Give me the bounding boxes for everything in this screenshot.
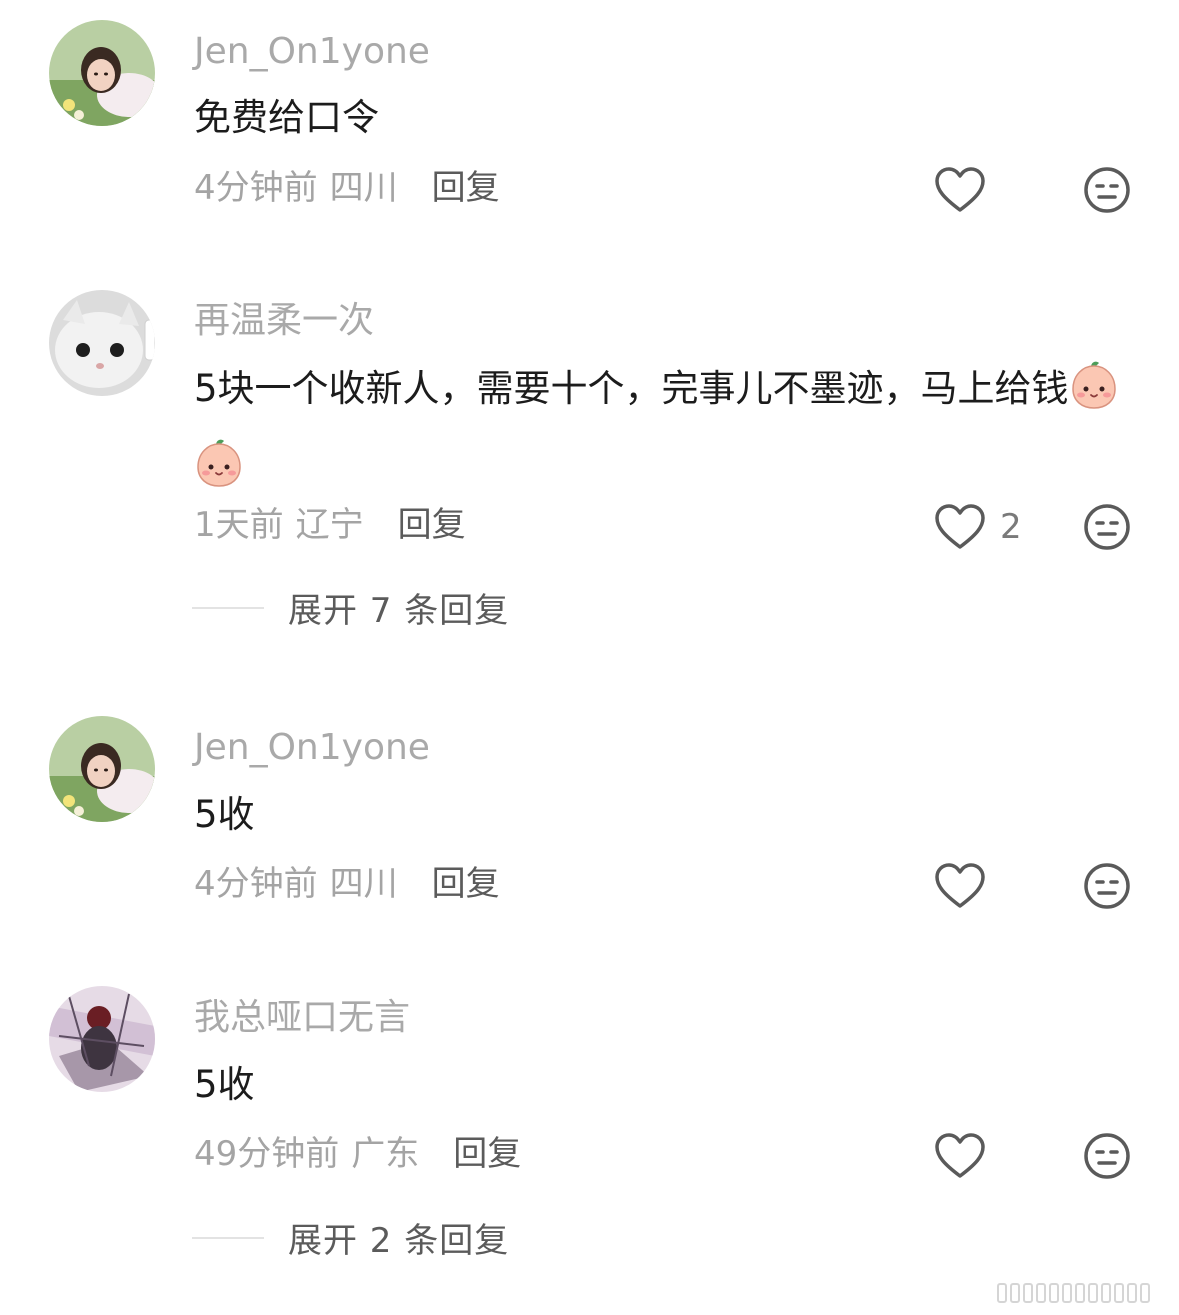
avatar[interactable] [49,20,155,126]
neutral-face-icon[interactable] [1083,166,1131,214]
watermark [997,1283,1165,1303]
like-button[interactable] [934,1131,986,1181]
peach-face-emoji [194,437,244,511]
comment-text: 5收 [194,1063,255,1106]
heart-outline-icon [935,863,985,908]
like-button[interactable] [934,861,986,911]
comment-meta: 49分钟前 广东 回复 [194,1132,521,1176]
heart-outline-icon [935,1133,985,1178]
reply-button[interactable]: 回复 [453,1134,521,1174]
region-label: 广东 [351,1134,420,1174]
neutral-face-icon[interactable] [1083,862,1131,910]
username[interactable]: 我总哑口无言 [194,996,410,1040]
timestamp: 4分钟前 [194,864,318,904]
username[interactable]: Jen_On1yone [194,726,430,770]
divider [192,606,264,609]
avatar[interactable] [49,986,155,1092]
expand-replies-button[interactable]: 展开 2 条回复 [192,1213,509,1262]
comment-text: 5块一个收新人，需要十个，完事儿不墨迹，马上给钱 [194,355,1134,511]
neutral-face-icon[interactable] [1083,503,1131,551]
comment-text: 5收 [194,793,255,836]
expand-replies-label: 展开 2 条回复 [288,1221,510,1261]
comment-meta: 1天前 辽宁 回复 [194,503,466,547]
username[interactable]: 再温柔一次 [194,299,374,343]
comment-text-body: 5块一个收新人，需要十个，完事儿不墨迹，马上给钱 [194,367,1069,410]
comment-meta: 4分钟前 四川 回复 [194,862,500,906]
neutral-face-icon[interactable] [1083,1132,1131,1180]
region-label: 辽宁 [295,505,364,545]
avatar[interactable] [49,290,155,396]
timestamp: 1天前 [194,505,284,545]
like-count: 2 [1000,507,1022,547]
like-button[interactable] [934,165,986,215]
heart-outline-icon [935,504,985,549]
peach-face-emoji [1069,359,1119,433]
timestamp: 4分钟前 [194,168,318,208]
divider [192,1236,264,1239]
region-label: 四川 [329,864,398,904]
expand-replies-button[interactable]: 展开 7 条回复 [192,583,509,632]
timestamp: 49分钟前 [194,1134,340,1174]
heart-outline-icon [935,167,985,212]
expand-replies-label: 展开 7 条回复 [288,591,510,631]
reply-button[interactable]: 回复 [398,505,466,545]
region-label: 四川 [329,168,398,208]
username[interactable]: Jen_On1yone [194,30,430,74]
avatar[interactable] [49,716,155,822]
comment-text: 免费给口令 [194,96,379,139]
comment-meta: 4分钟前 四川 回复 [194,166,500,210]
reply-button[interactable]: 回复 [432,168,500,208]
like-button[interactable]: 2 [934,502,1022,552]
reply-button[interactable]: 回复 [432,864,500,904]
